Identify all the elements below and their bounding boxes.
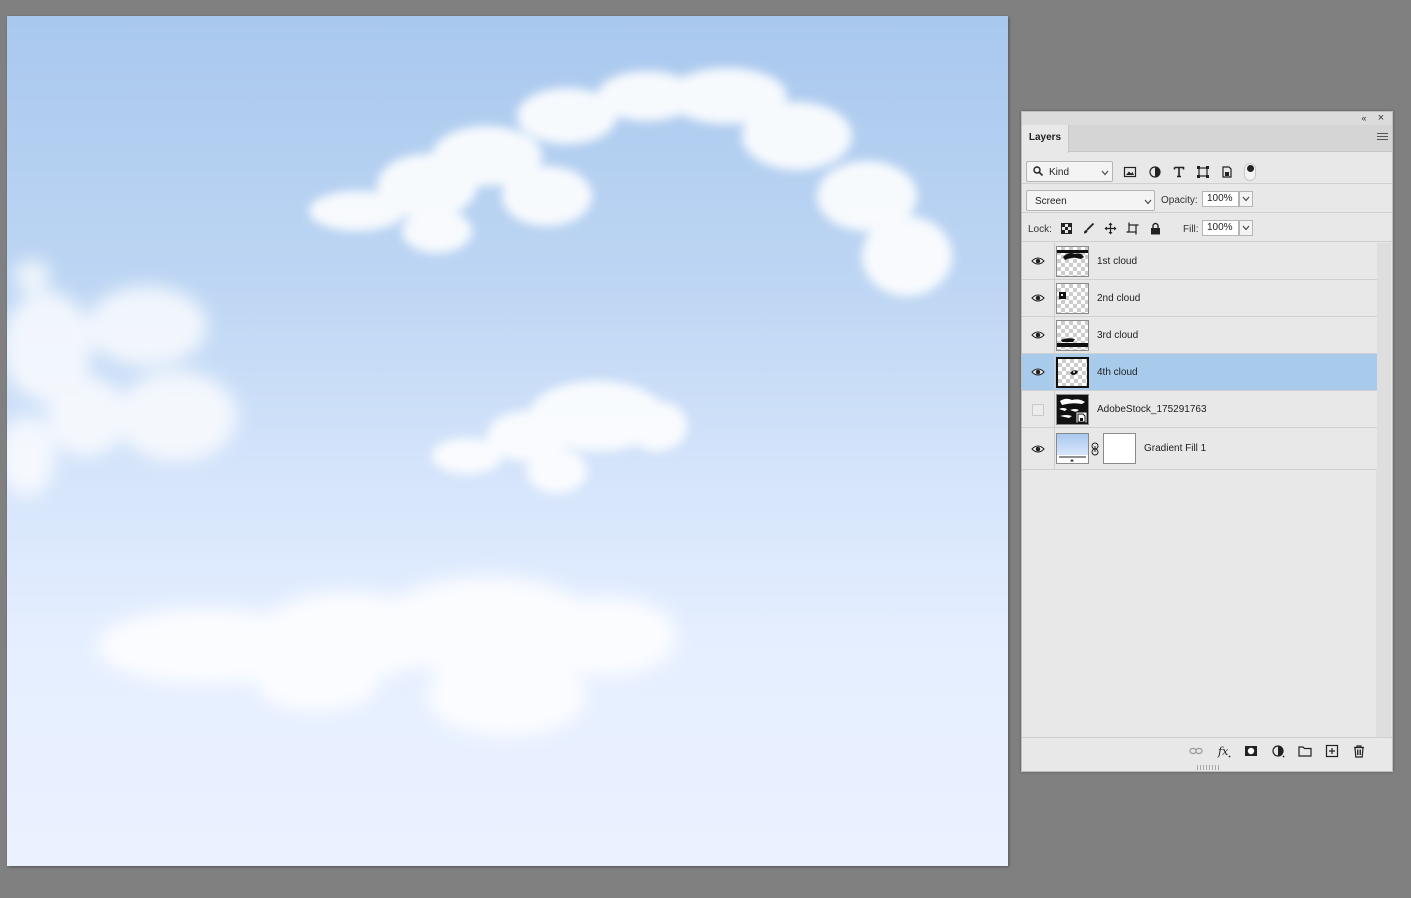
layer-filter-row: Kind <box>1022 156 1392 184</box>
lock-artboard-icon[interactable] <box>1126 222 1139 235</box>
collapse-panel-icon[interactable]: « <box>1358 112 1370 125</box>
document-canvas[interactable] <box>7 16 1008 866</box>
cloud-thumbnail-image <box>1070 370 1078 375</box>
layer-name: Gradient Fill 1 <box>1144 443 1207 454</box>
link-icon[interactable] <box>1189 744 1203 758</box>
layer-name: 2nd cloud <box>1097 293 1141 304</box>
panel-title-bar[interactable]: « × <box>1022 112 1392 125</box>
layer-thumbnail <box>1056 283 1089 314</box>
layer-row-3rd-cloud[interactable]: 3rd cloud <box>1022 317 1377 354</box>
lock-position-icon[interactable] <box>1104 222 1117 235</box>
cloud-image <box>7 68 952 736</box>
layers-list: 1st cloud 2nd cloud 3rd cloud 4th cloud … <box>1022 243 1377 470</box>
visibility-eye-icon[interactable] <box>1031 255 1045 267</box>
layer-row-4th-cloud[interactable]: 4th cloud <box>1022 354 1377 391</box>
filter-toggle-switch[interactable] <box>1244 163 1256 181</box>
gradient-fill-thumbnail <box>1056 433 1089 464</box>
chevron-down-icon <box>1242 196 1250 202</box>
blend-mode-dropdown[interactable]: Screen <box>1026 190 1155 211</box>
filter-kind-dropdown[interactable]: Kind <box>1026 161 1113 182</box>
blend-opacity-row: Screen Opacity: 100% <box>1022 185 1392 213</box>
chevron-down-icon <box>1144 199 1152 205</box>
layers-panel: « × Layers Kind Screen Opacity: 100% Loc… <box>1021 111 1393 772</box>
layer-name: 1st cloud <box>1097 256 1138 267</box>
layer-thumbnail <box>1056 357 1089 388</box>
fill-label: Fill: <box>1183 224 1199 235</box>
visibility-eye-icon[interactable] <box>1031 443 1045 455</box>
svg-text:fx: fx <box>1217 745 1229 758</box>
layer-mask-thumbnail[interactable] <box>1103 433 1136 464</box>
filter-kind-label: Kind <box>1049 167 1070 178</box>
visibility-eye-icon[interactable] <box>1031 292 1045 304</box>
layer-name: AdobeStock_175291763 <box>1097 404 1207 415</box>
folder-icon[interactable] <box>1298 744 1312 758</box>
layer-row-adobestock[interactable]: AdobeStock_175291763 <box>1022 391 1377 428</box>
smart-object-thumbnail-image <box>1059 398 1088 424</box>
layers-scrollbar[interactable] <box>1376 243 1391 738</box>
close-panel-icon[interactable]: × <box>1375 112 1387 125</box>
adjustment-filter-icon[interactable] <box>1148 165 1162 179</box>
lock-transparent-pixels-icon[interactable] <box>1060 222 1073 235</box>
layer-thumbnail <box>1056 394 1089 425</box>
fx-icon[interactable]: fx <box>1217 744 1231 758</box>
cloud-2 <box>7 260 237 496</box>
search-icon <box>1033 166 1043 176</box>
layer-thumbnail <box>1056 246 1089 277</box>
panel-menu-icon[interactable] <box>1377 133 1388 143</box>
tab-layers[interactable]: Layers <box>1022 125 1069 153</box>
fill-input[interactable]: 100% <box>1202 220 1239 236</box>
trash-icon[interactable] <box>1352 744 1366 758</box>
adjustment-icon[interactable] <box>1271 744 1285 758</box>
gradient-bar-icon <box>1057 455 1088 463</box>
cloud-1 <box>309 68 952 296</box>
lock-all-icon[interactable] <box>1149 222 1162 235</box>
layers-panel-footer: fx <box>1022 737 1392 763</box>
blend-mode-value: Screen <box>1035 196 1067 207</box>
panel-tab-bar: Layers <box>1022 125 1392 153</box>
cloud-thumbnail-image <box>1057 250 1088 260</box>
new-layer-icon[interactable] <box>1325 744 1339 758</box>
lock-image-pixels-icon[interactable] <box>1082 222 1095 235</box>
image-filter-icon[interactable] <box>1123 165 1137 179</box>
layer-row-1st-cloud[interactable]: 1st cloud <box>1022 243 1377 280</box>
lock-fill-row: Lock: Fill: 100% <box>1022 214 1392 242</box>
type-filter-icon[interactable] <box>1172 165 1186 179</box>
mask-link-icon[interactable] <box>1091 442 1099 456</box>
smart-object-filter-icon[interactable] <box>1220 165 1234 179</box>
chevron-down-icon <box>1242 225 1250 231</box>
fill-dropdown[interactable] <box>1239 220 1253 236</box>
visibility-eye-icon[interactable] <box>1031 366 1045 378</box>
layer-name: 4th cloud <box>1097 367 1138 378</box>
layer-name: 3rd cloud <box>1097 330 1139 341</box>
mask-icon[interactable] <box>1244 744 1258 758</box>
cloud-3 <box>432 381 687 493</box>
cloud-4 <box>97 576 677 736</box>
lock-label: Lock: <box>1028 224 1052 235</box>
chevron-down-icon <box>1101 170 1109 176</box>
opacity-input[interactable]: 100% <box>1202 191 1239 207</box>
visibility-toggle-off[interactable] <box>1032 404 1044 416</box>
cloud-thumbnail-image <box>1059 292 1066 299</box>
panel-resize-grip[interactable] <box>1197 765 1219 770</box>
shape-filter-icon[interactable] <box>1196 165 1210 179</box>
visibility-eye-icon[interactable] <box>1031 329 1045 341</box>
layer-row-2nd-cloud[interactable]: 2nd cloud <box>1022 280 1377 317</box>
layer-thumbnail <box>1056 320 1089 351</box>
cloud-thumbnail-image <box>1057 338 1088 347</box>
opacity-label: Opacity: <box>1161 195 1198 206</box>
opacity-dropdown[interactable] <box>1239 191 1253 207</box>
layer-row-gradient-fill[interactable]: Gradient Fill 1 <box>1022 428 1377 470</box>
